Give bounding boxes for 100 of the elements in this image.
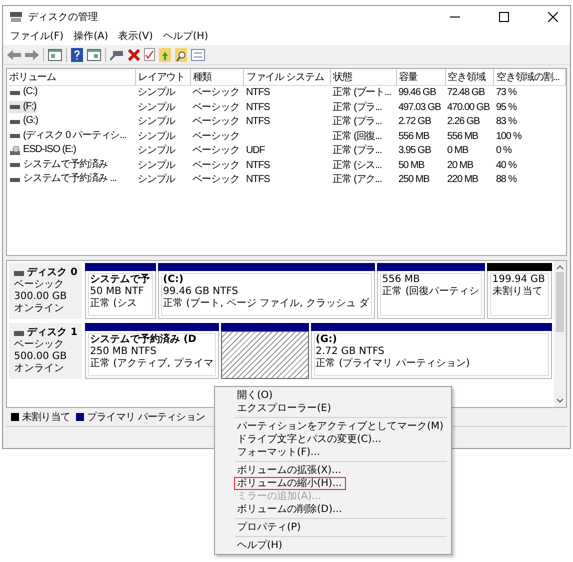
volume-cell[interactable]: (F:) (9, 100, 38, 112)
table-cell: 88 % (496, 174, 516, 186)
table-cell: 50 MB (398, 160, 424, 171)
volume-cell[interactable]: (G:) (9, 115, 39, 127)
cd-drive-icon (10, 146, 20, 154)
partition-status: 正常 (プライマリ パーティション) (316, 358, 471, 370)
table-cell: 556 MB (447, 130, 478, 142)
column-header[interactable]: 状態 (330, 69, 396, 86)
table-cell: ベーシック (192, 102, 240, 113)
folder-search-icon[interactable] (175, 48, 187, 62)
menu-item[interactable]: フォーマット(F)... (219, 446, 447, 459)
table-cell: 正常 (アク... (332, 174, 382, 186)
menu-item[interactable]: 表示(V) (113, 28, 158, 44)
menu-item[interactable]: パーティションをアクティブとしてマーク(M) (219, 420, 447, 433)
table-cell: NTFS (246, 160, 270, 171)
scroll-down-icon[interactable] (556, 398, 564, 404)
partition-box[interactable] (221, 331, 309, 379)
partition-size: 199.94 GB (492, 274, 546, 286)
help-icon[interactable] (71, 48, 83, 62)
table-cell: 2.26 GB (447, 116, 480, 128)
column-header[interactable]: 空き領域 (445, 69, 494, 86)
delete-icon[interactable] (128, 48, 140, 60)
column-header[interactable]: 種類 (190, 69, 244, 86)
partition-bar (85, 263, 156, 271)
table-cell: ベーシック (192, 87, 240, 98)
table-cell: NTFS (246, 174, 270, 186)
table-cell: 250 MB (398, 174, 430, 186)
volume-cell[interactable]: ESD-ISO (E:) (9, 144, 77, 156)
volume-cell[interactable]: (C:) (9, 86, 38, 98)
table-cell: UDF (246, 145, 265, 156)
table-cell: NTFS (246, 102, 270, 113)
partition-box[interactable]: (G:) 2.72 GB NTFS 正常 (プライマリ パーティション) (310, 331, 552, 379)
table-cell: 0 MB (447, 145, 468, 156)
menu-item[interactable]: 開く(O) (219, 389, 447, 402)
table-cell: 20 MB (447, 160, 474, 171)
menu-item[interactable]: ヘルプ(H) (219, 539, 447, 552)
drive-icon (14, 270, 24, 276)
partition-size: 556 MB (382, 274, 421, 286)
menu-item[interactable]: ボリュームの縮小(H)... (234, 477, 346, 490)
legend-label: 未割り当て (22, 410, 70, 424)
checklist-icon[interactable] (144, 48, 155, 61)
menu-item[interactable]: ボリュームの削除(D)... (219, 503, 447, 516)
table-cell: NTFS (246, 116, 270, 128)
volume-name: (G:) (23, 115, 38, 127)
partition-name: システムで予約済み (D (90, 334, 198, 346)
legend-label: プライマリ パーティション (87, 410, 205, 424)
partition-box[interactable]: 556 MB 正常 (回復パーティシ (377, 271, 486, 319)
partition-name: (G:) (316, 334, 338, 346)
panel-icon[interactable] (87, 48, 101, 60)
panel-icon[interactable] (48, 48, 62, 60)
column-header[interactable]: 空き領域の割... (494, 69, 566, 86)
back-arrow-icon[interactable] (7, 48, 21, 60)
menu-item[interactable]: ボリュームの拡張(X)... (219, 464, 447, 477)
table-cell: 正常 (プラ... (332, 116, 382, 128)
table-cell: 40 % (496, 160, 516, 171)
menu-item[interactable]: ドライブ文字とパスの変更(C)... (219, 433, 447, 446)
partition-box[interactable]: 199.94 GB 未割り当て (487, 271, 552, 319)
table-cell: NTFS (246, 87, 270, 98)
disk-size: 500.00 GB (14, 351, 68, 363)
menu-item[interactable]: ヘルプ(H) (158, 28, 214, 44)
table-cell: ベーシック (192, 160, 240, 171)
table-cell: シンプル (138, 116, 176, 128)
menu-item[interactable]: ファイル(F) (5, 28, 69, 44)
column-header[interactable]: ファイル システム (244, 69, 331, 86)
partition-size: 50 MB NTF (90, 286, 145, 298)
menu-item[interactable]: プロパティ(P) (219, 521, 447, 534)
forward-arrow-icon[interactable] (25, 48, 39, 60)
menu-item[interactable]: 操作(A) (68, 28, 114, 44)
table-cell: 2.72 GB (398, 116, 431, 128)
partition-status: 正常 (アクティブ, プライマ (90, 358, 214, 370)
menu-item[interactable]: エクスプローラー(E) (219, 402, 447, 415)
maximize-icon[interactable] (499, 12, 509, 22)
disk-label-panel[interactable]: ディスク 0 ベーシック 300.00 GB オンライン (9, 263, 82, 319)
scroll-up-icon[interactable] (556, 264, 564, 270)
table-cell: 99.46 GB (398, 87, 436, 98)
column-header[interactable]: レイアウト (136, 69, 190, 86)
disk-management-icon (9, 10, 23, 22)
partition-box[interactable]: システムで予 50 MB NTF 正常 (シス (85, 271, 156, 319)
table-cell: 83 % (496, 116, 516, 128)
volume-name: (C:) (23, 86, 38, 98)
table-cell: ベーシック (192, 145, 240, 156)
close-icon[interactable] (548, 12, 558, 22)
table-cell: ベーシック (192, 116, 240, 128)
partition-size: 250 MB NTFS (90, 346, 158, 358)
table-cell: 正常 (回復... (332, 130, 382, 142)
connect-icon[interactable] (110, 48, 124, 60)
partition-box[interactable]: (C:) 99.46 GB NTFS 正常 (ブート, ページ ファイル, クラッシュ ダ (158, 271, 376, 319)
partition-name: (C:) (163, 274, 184, 286)
list-icon[interactable] (191, 48, 205, 60)
partition-box[interactable]: システムで予約済み (D 250 MB NTFS 正常 (アクティブ, プライマ (85, 331, 220, 379)
disk-name: ディスク 0 (27, 267, 78, 279)
table-cell: 正常 (プラ... (332, 145, 382, 156)
column-header[interactable]: 容量 (396, 69, 446, 86)
table-cell: シンプル (138, 145, 176, 156)
column-header[interactable]: ボリューム (7, 69, 136, 86)
partition-bar (487, 263, 552, 271)
scrollbar[interactable] (554, 261, 566, 407)
disk-label-panel[interactable]: ディスク 1 ベーシック 500.00 GB オンライン (9, 323, 82, 379)
partition-status: 正常 (ブート, ページ ファイル, クラッシュ ダ (163, 298, 370, 310)
partition-name: システムで予 (90, 274, 150, 286)
